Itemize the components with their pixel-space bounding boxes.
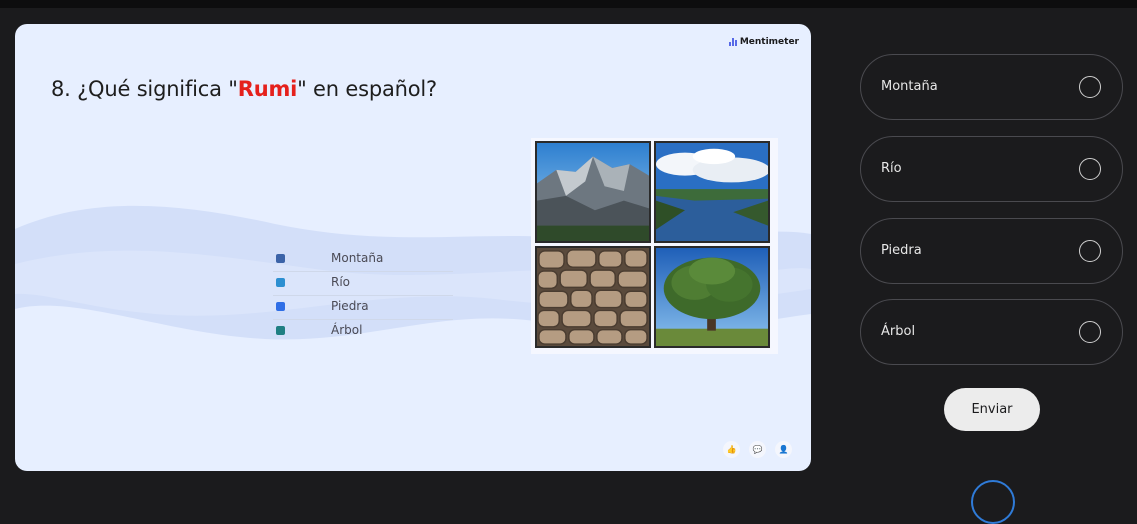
radio-button[interactable] bbox=[1079, 76, 1101, 98]
question-prefix: 8. ¿Qué significa " bbox=[51, 77, 238, 101]
submit-button[interactable]: Enviar bbox=[944, 388, 1040, 431]
option-arbol[interactable]: Árbol bbox=[860, 299, 1123, 365]
bar-chart-icon bbox=[728, 38, 737, 46]
person-icon[interactable]: 👤 bbox=[775, 441, 792, 458]
tree-photo bbox=[654, 246, 770, 348]
question-title: 8. ¿Qué significa "Rumi" en español? bbox=[51, 77, 437, 101]
legend-label: Río bbox=[331, 275, 351, 289]
legend-color-swatch bbox=[276, 302, 285, 311]
legend-item: Árbol bbox=[273, 320, 453, 343]
legend-label: Piedra bbox=[331, 299, 369, 313]
river-photo bbox=[654, 141, 770, 243]
question-suffix: " en español? bbox=[297, 77, 437, 101]
presentation-slide: Mentimeter 8. ¿Qué significa "Rumi" en e… bbox=[15, 24, 811, 471]
answer-legend: Montaña Río Piedra Árbol bbox=[273, 248, 453, 343]
brand-name: Mentimeter bbox=[739, 37, 799, 47]
question-keyword: Rumi bbox=[237, 77, 298, 101]
reaction-bar: 👍 💬 👤 bbox=[723, 441, 792, 458]
progress-ring-icon bbox=[971, 480, 1015, 524]
comment-icon[interactable]: 💬 bbox=[749, 441, 766, 458]
option-montana[interactable]: Montaña bbox=[860, 54, 1123, 120]
legend-label: Montaña bbox=[331, 251, 384, 265]
option-label: Piedra bbox=[881, 243, 922, 258]
legend-color-swatch bbox=[276, 326, 285, 335]
legend-item: Piedra bbox=[273, 296, 453, 320]
radio-button[interactable] bbox=[1079, 158, 1101, 180]
option-rio[interactable]: Río bbox=[860, 136, 1123, 202]
mountain-photo bbox=[535, 141, 651, 243]
stone-wall-photo bbox=[535, 246, 651, 348]
legend-label: Árbol bbox=[331, 323, 363, 337]
option-label: Río bbox=[881, 161, 902, 176]
option-piedra[interactable]: Piedra bbox=[860, 218, 1123, 284]
legend-color-swatch bbox=[276, 254, 285, 263]
radio-button[interactable] bbox=[1079, 321, 1101, 343]
option-label: Árbol bbox=[881, 324, 916, 339]
top-bar bbox=[0, 0, 1137, 8]
image-collage bbox=[531, 138, 778, 354]
thumbs-up-icon[interactable]: 👍 bbox=[723, 441, 740, 458]
legend-color-swatch bbox=[276, 278, 285, 287]
legend-item: Río bbox=[273, 272, 453, 296]
mentimeter-logo: Mentimeter bbox=[728, 37, 799, 47]
legend-item: Montaña bbox=[273, 248, 453, 272]
option-label: Montaña bbox=[881, 79, 938, 94]
radio-button[interactable] bbox=[1079, 240, 1101, 262]
